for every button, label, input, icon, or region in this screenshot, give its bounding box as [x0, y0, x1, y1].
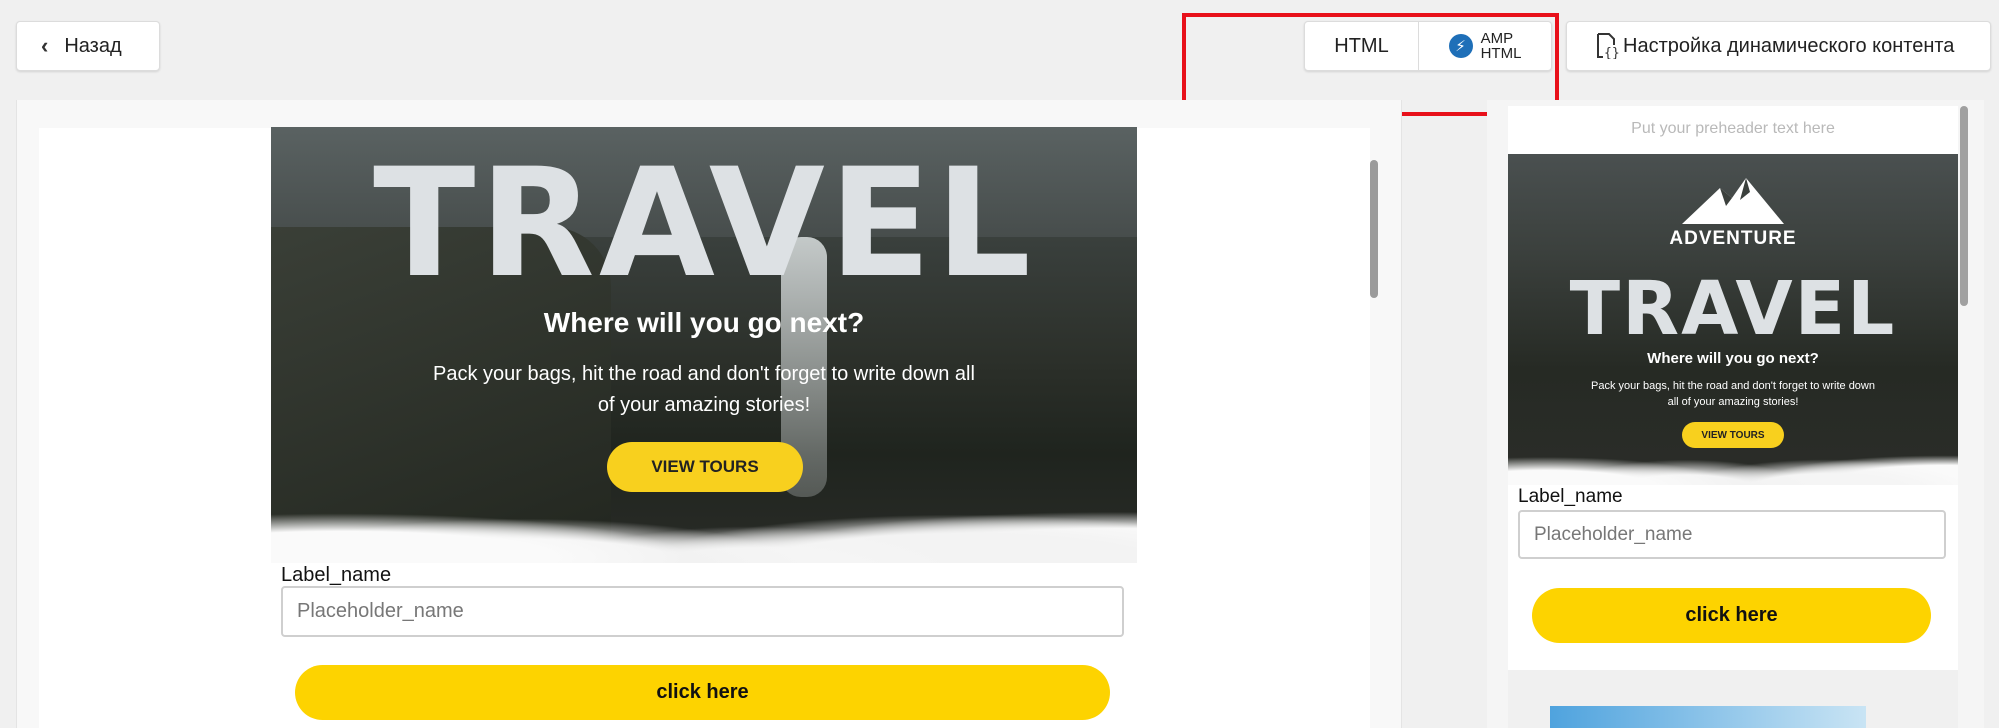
- chevron-left-icon: ‹: [41, 33, 49, 58]
- back-button-label: Назад: [64, 34, 122, 57]
- tab-amp-line2: HTML: [1480, 45, 1522, 62]
- view-tours-button[interactable]: VIEW TOURS: [607, 442, 803, 492]
- preview-scrollbar[interactable]: [1960, 106, 1968, 306]
- tab-html-label: HTML: [1334, 34, 1389, 57]
- editor-scrollbar[interactable]: [1370, 160, 1378, 298]
- dynamic-content-label: Настройка динамического контента: [1623, 34, 1955, 57]
- amp-lightning-icon: ⚡: [1448, 34, 1473, 58]
- mountain-logo-icon: [1682, 178, 1784, 224]
- tab-amp-html[interactable]: ⚡ AMP HTML: [1419, 22, 1551, 70]
- preview-view-tours-button[interactable]: VIEW TOURS: [1682, 422, 1784, 448]
- hero-title: TRAVEL: [373, 137, 1035, 311]
- hero-subtitle: Where will you go next?: [543, 307, 865, 338]
- mobile-preview-panel: Put your preheader text here ADVENTURE T…: [1487, 100, 1984, 728]
- preview-hero-title: TRAVEL: [1569, 266, 1897, 352]
- preview-hero-description: Pack your bags, hit the road and don't f…: [1591, 380, 1875, 408]
- svg-text:{}: {}: [1604, 46, 1619, 59]
- preview-hero-subtitle: Where will you go next?: [1647, 350, 1819, 367]
- hero-banner[interactable]: TRAVEL Where will you go next? Pack your…: [271, 127, 1137, 563]
- tab-amp-html-label: AMP HTML: [1481, 31, 1522, 61]
- back-button[interactable]: ‹ Назад: [16, 21, 160, 71]
- click-here-button[interactable]: click here: [295, 665, 1110, 720]
- preview-name-input[interactable]: Placeholder_name: [1518, 510, 1946, 559]
- preview-form-label: Label_name: [1518, 486, 1623, 507]
- preview-email: Put your preheader text here ADVENTURE T…: [1508, 106, 1958, 728]
- dynamic-content-settings-button[interactable]: {} Настройка динамического контента: [1566, 21, 1991, 71]
- preheader-text: Put your preheader text here: [1631, 120, 1835, 137]
- preview-image-thumbnail: [1550, 706, 1866, 728]
- hero-description: Pack your bags, hit the road and don't f…: [433, 363, 975, 416]
- preview-click-here-button[interactable]: click here: [1532, 588, 1931, 643]
- preview-brand: ADVENTURE: [1669, 228, 1797, 249]
- form-label: Label_name: [281, 564, 392, 586]
- preview-hero-banner: ADVENTURE TRAVEL Where will you go next?…: [1508, 154, 1958, 485]
- editor-mode-switch: HTML ⚡ AMP HTML: [1304, 21, 1552, 71]
- tab-html[interactable]: HTML: [1305, 22, 1419, 70]
- document-braces-icon: {}: [1597, 33, 1619, 59]
- top-toolbar: ‹ Назад HTML ⚡ AMP HTML {} Настройка дин…: [0, 0, 1999, 116]
- name-input[interactable]: Placeholder_name: [281, 586, 1124, 637]
